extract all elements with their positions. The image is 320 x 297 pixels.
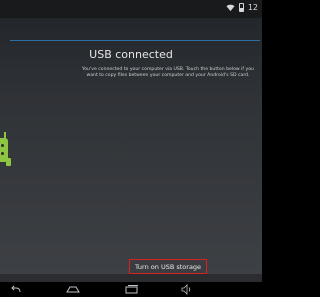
wifi-icon [226, 4, 235, 12]
battery-icon [238, 3, 244, 12]
status-time: 12 [247, 3, 258, 12]
usb-cable [6, 158, 11, 166]
button-label: Turn on USB storage [134, 262, 202, 271]
turn-on-usb-storage-button[interactable]: Turn on USB storage [129, 259, 207, 274]
usb-description: You've connected to your computer via US… [82, 67, 254, 78]
navigation-bar [0, 282, 262, 297]
recent-apps-icon[interactable] [125, 284, 139, 295]
page-title: USB connected [89, 48, 173, 61]
screen: 12 USB connected You've connected to you… [0, 0, 262, 297]
android-usb-icon [0, 130, 16, 172]
back-icon[interactable] [10, 284, 22, 295]
android-eye [1, 152, 4, 155]
usb-connected-panel: USB connected You've connected to your c… [0, 18, 262, 274]
status-bar: 12 [0, 0, 262, 18]
divider [10, 40, 260, 41]
home-icon[interactable] [66, 284, 80, 295]
status-icons: 12 [226, 3, 258, 12]
volume-icon[interactable] [181, 284, 193, 295]
android-eye [1, 144, 4, 147]
